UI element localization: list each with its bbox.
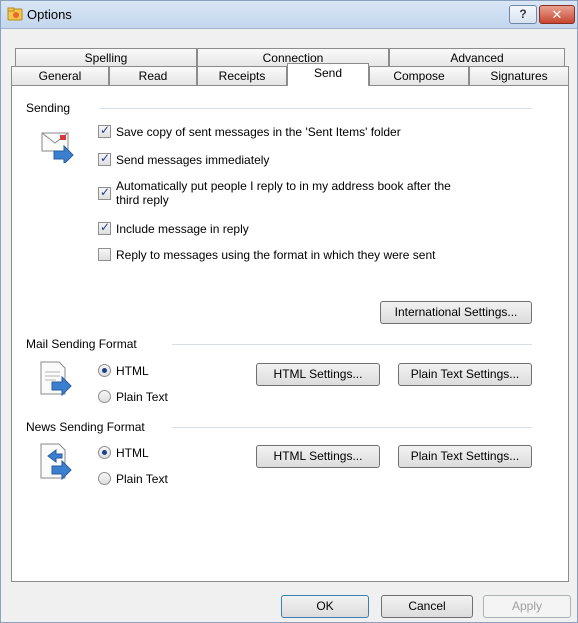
news-format-group-label: News Sending Format <box>26 420 149 434</box>
news-html-radio[interactable] <box>98 446 111 459</box>
send-immediately-label[interactable]: Send messages immediately <box>116 153 269 167</box>
title-bar[interactable]: Options ? ✕ <box>1 1 577 29</box>
tab-signatures[interactable]: Signatures <box>469 66 569 86</box>
reply-format-checkbox[interactable] <box>98 248 111 261</box>
send-mail-icon <box>41 132 74 163</box>
news-format-divider <box>172 427 532 428</box>
news-format-icon <box>40 443 72 481</box>
mail-plain-text-radio[interactable] <box>98 390 111 403</box>
close-icon: ✕ <box>551 7 563 22</box>
tab-advanced[interactable]: Advanced <box>389 48 565 68</box>
mail-html-radio[interactable] <box>98 364 111 377</box>
save-copy-checkbox[interactable] <box>98 123 111 138</box>
options-app-icon <box>7 7 23 21</box>
send-tab-panel: Sending Save copy of sent messages in th… <box>11 85 569 582</box>
window-title: Options <box>27 7 72 22</box>
news-plain-text-label[interactable]: Plain Text <box>116 472 168 486</box>
mail-plain-text-label[interactable]: Plain Text <box>116 390 168 404</box>
auto-address-book-label-line2[interactable]: third reply <box>116 193 169 207</box>
apply-button[interactable]: Apply <box>483 595 571 618</box>
auto-address-book-label-line1[interactable]: Automatically put people I reply to in m… <box>116 179 451 193</box>
cancel-button[interactable]: Cancel <box>381 595 473 618</box>
tab-compose[interactable]: Compose <box>369 66 469 86</box>
tab-read[interactable]: Read <box>109 66 197 86</box>
sending-group-label: Sending <box>26 101 75 115</box>
options-dialog: Options ? ✕ Spelling Connection Advanced… <box>0 0 578 623</box>
save-copy-label[interactable]: Save copy of sent messages in the 'Sent … <box>116 125 401 139</box>
international-settings-button[interactable]: International Settings... <box>380 301 532 324</box>
news-html-settings-button[interactable]: HTML Settings... <box>256 445 380 468</box>
help-icon: ? <box>519 7 527 21</box>
news-plain-text-settings-button[interactable]: Plain Text Settings... <box>398 445 532 468</box>
reply-format-label[interactable]: Reply to messages using the format in wh… <box>116 248 436 262</box>
mail-html-settings-button[interactable]: HTML Settings... <box>256 363 380 386</box>
help-button[interactable]: ? <box>509 5 537 24</box>
auto-address-book-checkbox[interactable] <box>98 185 111 200</box>
mail-html-label[interactable]: HTML <box>116 364 149 378</box>
news-html-label[interactable]: HTML <box>116 446 149 460</box>
sending-divider <box>100 108 532 109</box>
mail-format-group-label: Mail Sending Format <box>26 337 141 351</box>
include-message-label[interactable]: Include message in reply <box>116 222 249 236</box>
include-message-checkbox[interactable] <box>98 220 111 235</box>
send-immediately-checkbox[interactable] <box>98 151 111 166</box>
tab-receipts[interactable]: Receipts <box>197 66 287 86</box>
close-button[interactable]: ✕ <box>539 5 575 24</box>
news-plain-text-radio[interactable] <box>98 472 111 485</box>
ok-button[interactable]: OK <box>281 595 369 618</box>
tab-spelling[interactable]: Spelling <box>15 48 197 68</box>
mail-format-divider <box>172 344 532 345</box>
mail-plain-text-settings-button[interactable]: Plain Text Settings... <box>398 363 532 386</box>
tab-general[interactable]: General <box>11 66 109 86</box>
mail-format-icon <box>40 361 72 397</box>
tab-send[interactable]: Send <box>287 63 369 86</box>
